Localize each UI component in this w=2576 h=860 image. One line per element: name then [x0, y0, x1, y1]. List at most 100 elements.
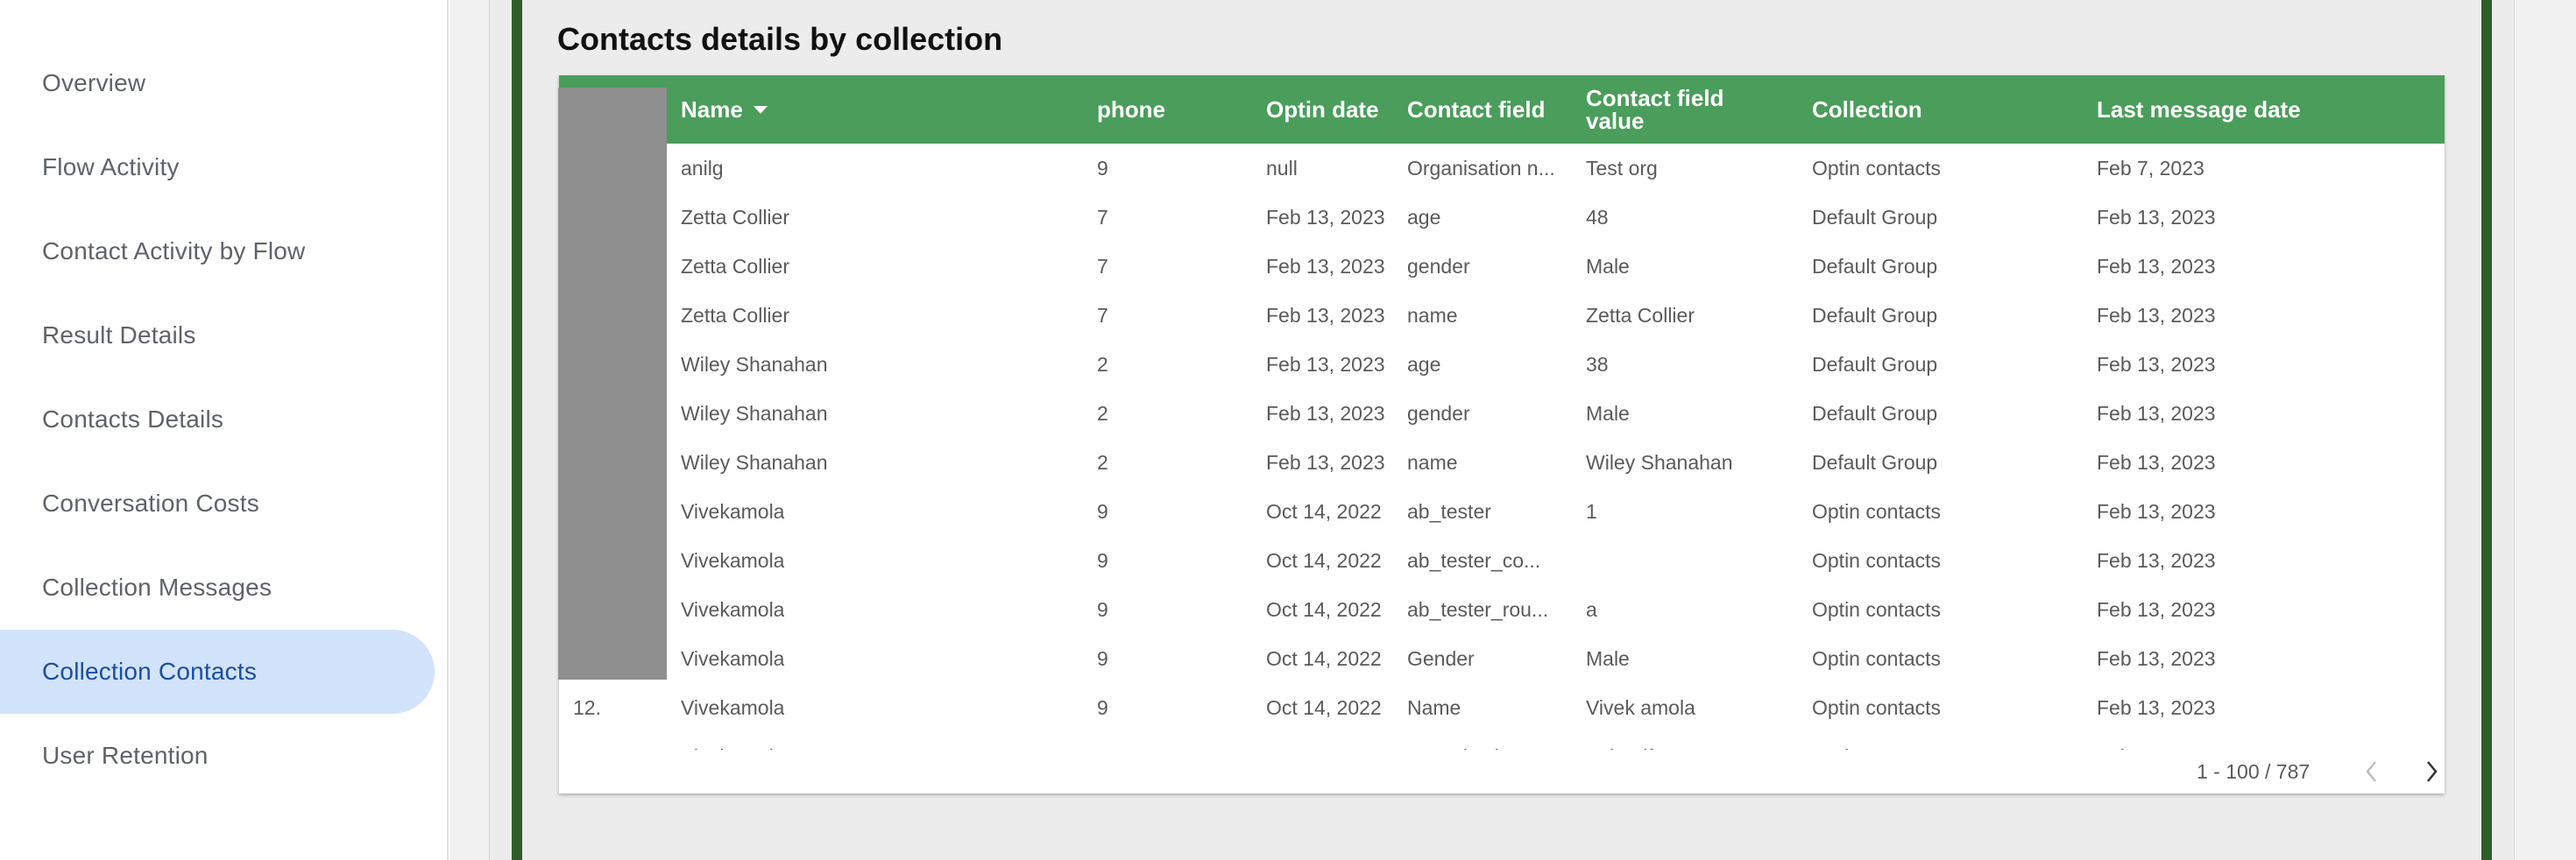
table-row[interactable]: 8.Vivekamola9Oct 14, 2022ab_tester1Optin… — [559, 487, 2445, 536]
cell-index: 12. — [573, 695, 601, 719]
cell-optin-date: Oct 14, 2022 — [1266, 695, 1382, 719]
sidebar-item-flow-activity[interactable]: Flow Activity — [0, 125, 435, 209]
table-row[interactable]: 1.anilg9nullOrganisation n...Test orgOpt… — [559, 144, 2445, 193]
pagination-range: 1 - 100 / 787 — [2197, 759, 2311, 783]
column-header-optin-date[interactable]: Optin date — [1266, 75, 1379, 144]
sidebar-item-label: Contact Activity by Flow — [42, 237, 306, 264]
cell-optin-date: Oct 14, 2022 — [1266, 597, 1382, 621]
cell-contact-field: name — [1407, 450, 1458, 474]
cell-last-message-date: Feb 13, 2023 — [2097, 401, 2216, 425]
sidebar-item-contacts-details[interactable]: Contacts Details — [0, 377, 435, 462]
sidebar-item-collection-contacts[interactable]: Collection Contacts — [0, 630, 435, 714]
table-row[interactable]: 11.Vivekamola9Oct 14, 2022GenderMaleOpti… — [559, 634, 2445, 683]
cell-last-message-date: Feb 13, 2023 — [2097, 499, 2216, 523]
cell-phone: 2 — [1097, 352, 1108, 376]
chevron-right-icon[interactable] — [2414, 750, 2445, 793]
cell-contact-field-value: 1 — [1586, 499, 1597, 523]
table-body: 1.anilg9nullOrganisation n...Test orgOpt… — [559, 144, 2445, 751]
column-header-collection[interactable]: Collection — [1812, 75, 1922, 144]
sort-descending-icon[interactable] — [753, 105, 768, 114]
report-title: Contacts details by collection — [557, 21, 1003, 57]
cell-contact-field-value: Male — [1586, 401, 1630, 425]
sidebar-item-overview[interactable]: Overview — [0, 41, 435, 125]
column-header-contact-field[interactable]: Contact field — [1407, 75, 1545, 144]
cell-phone: 2 — [1097, 401, 1108, 425]
cell-name: Vivekamola — [681, 695, 785, 719]
table-row[interactable]: 10.Vivekamola9Oct 14, 2022ab_tester_rou.… — [559, 585, 2445, 634]
column-header-label: Optin date — [1266, 96, 1379, 123]
cell-optin-date: null — [1266, 156, 1298, 180]
table-row[interactable]: 6.Wiley Shanahan2Feb 13, 2023genderMaleD… — [559, 389, 2445, 438]
column-header-contact-field-value[interactable]: Contact field value — [1586, 75, 1723, 144]
cell-contact-field-value: Zetta Collier — [1586, 303, 1695, 327]
cell-collection: Default Group — [1812, 401, 1938, 425]
chevron-left-icon[interactable] — [2354, 750, 2389, 793]
cell-optin-date: Feb 13, 2023 — [1266, 450, 1385, 474]
table-row[interactable]: 2.Zetta Collier7Feb 13, 2023age48Default… — [559, 193, 2445, 242]
cell-name: Wiley Shanahan — [681, 352, 828, 376]
table-row[interactable]: 13. Vivekamola 9 Oct 14, 2022 Organisation..… — [559, 732, 2445, 751]
cell-name: Zetta Collier — [681, 205, 789, 229]
phone-redaction-block — [558, 88, 667, 680]
sidebar-item-conversation-costs[interactable]: Conversation Costs — [0, 462, 435, 546]
cell-contact-field: Organisation... — [1407, 732, 1539, 751]
cell-last-message-date: Feb 13, 2023 — [2097, 597, 2216, 621]
cell-last-message-date: Feb 13, 2023 — [2097, 205, 2216, 229]
cell-contact-field-value: Wiley Shanahan — [1586, 450, 1733, 474]
cell-name: Vivekamola — [681, 548, 785, 572]
cell-last-message-date: Feb 13, 2023 — [2097, 548, 2216, 572]
column-header-label: Collection — [1812, 96, 1922, 123]
column-header-last-message-date[interactable]: Last message date — [2097, 75, 2301, 144]
sidebar-item-label: Collection Messages — [42, 574, 272, 601]
sidebar-item-label: Conversation Costs — [42, 490, 259, 517]
sidebar-item-label: Result Details — [42, 321, 196, 349]
cell-name: Zetta Collier — [681, 303, 789, 327]
sidebar-item-label: Flow Activity — [42, 153, 180, 180]
cell-collection: Default Group — [1812, 352, 1938, 376]
cell-contact-field: Gender — [1407, 646, 1475, 670]
cell-last-message-date: Feb 13, 2023 — [2097, 254, 2216, 278]
table-row[interactable]: 4.Zetta Collier7Feb 13, 2023nameZetta Co… — [559, 291, 2445, 340]
column-header-name[interactable]: Name — [681, 75, 768, 144]
contacts-table: Name phone Optin date Contact field Cont… — [559, 75, 2445, 793]
cell-contact-field-value: Schoolf... — [1586, 732, 1670, 751]
table-row[interactable]: 7.Wiley Shanahan2Feb 13, 2023nameWiley S… — [559, 438, 2445, 487]
column-header-phone[interactable]: phone — [1097, 75, 1165, 144]
sidebar-item-user-retention[interactable]: User Retention — [0, 714, 435, 798]
cell-name: anilg — [681, 156, 724, 180]
table-row[interactable]: 12. Vivekamola 9 Oct 14, 2022 Name Vivek amol… — [559, 683, 2445, 732]
cell-contact-field: gender — [1407, 254, 1470, 278]
cell-last-message-date: Feb 13, 2023 — [2097, 695, 2216, 719]
cell-collection: Optin contacts — [1812, 548, 1942, 572]
cell-collection: Default Group — [1812, 205, 1938, 229]
sidebar-item-label: Overview — [42, 69, 146, 96]
cell-phone: 9 — [1097, 156, 1108, 180]
column-header-label: Name — [681, 96, 743, 123]
cell-optin-date: Feb 13, 2023 — [1266, 205, 1385, 229]
sidebar-item-result-details[interactable]: Result Details — [0, 293, 435, 377]
table-header: Name phone Optin date Contact field Cont… — [559, 75, 2445, 144]
cell-name: Wiley Shanahan — [681, 401, 828, 425]
sidebar-item-contact-activity-by-flow[interactable]: Contact Activity by Flow — [0, 209, 435, 293]
pagination: 1 - 100 / 787 — [559, 750, 2445, 793]
table-row[interactable]: 9.Vivekamola9Oct 14, 2022ab_tester_co...… — [559, 536, 2445, 585]
cell-name: Vivekamola — [681, 646, 785, 670]
sidebar-item-collection-messages[interactable]: Collection Messages — [0, 546, 435, 630]
cell-optin-date: Oct 14, 2022 — [1266, 499, 1382, 523]
frame-border-right — [2481, 0, 2492, 860]
table-row[interactable]: 5.Wiley Shanahan2Feb 13, 2023age38Defaul… — [559, 340, 2445, 389]
cell-optin-date: Oct 14, 2022 — [1266, 548, 1382, 572]
cell-contact-field: ab_tester_co... — [1407, 548, 1541, 572]
cell-contact-field: ab_tester — [1407, 499, 1491, 523]
cell-collection: Optin contacts — [1812, 597, 1942, 621]
column-header-label: value — [1586, 108, 1645, 134]
table-row[interactable]: 3.Zetta Collier7Feb 13, 2023genderMaleDe… — [559, 242, 2445, 291]
cell-phone: 9 — [1097, 548, 1108, 572]
cell-contact-field: gender — [1407, 401, 1470, 425]
cell-contact-field-value: a — [1586, 597, 1597, 621]
cell-phone: 7 — [1097, 303, 1108, 327]
cell-contact-field-value: Vivek amola — [1586, 695, 1695, 719]
cell-collection: Optin contacts — [1812, 156, 1942, 180]
sidebar-item-label: Collection Contacts — [42, 658, 258, 685]
cell-contact-field-value: Male — [1586, 254, 1630, 278]
